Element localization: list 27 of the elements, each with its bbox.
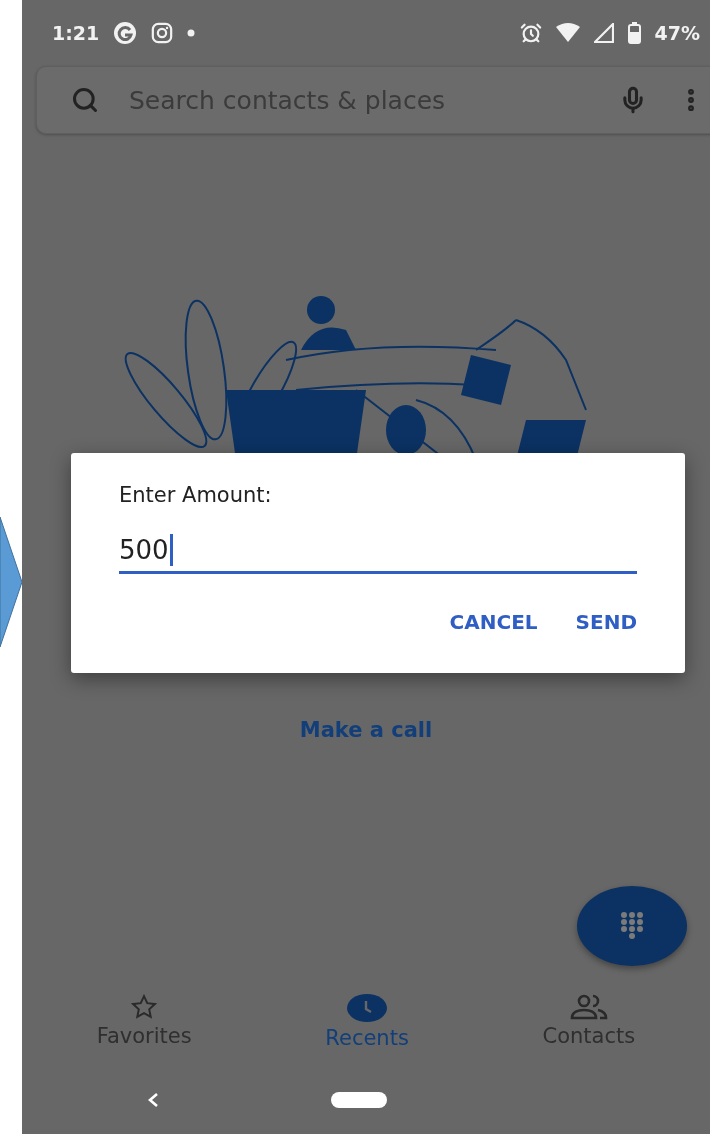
dialog-button[interactable]: CANCEL bbox=[441, 602, 546, 642]
camera-icon bbox=[151, 22, 174, 44]
app-logo-icon bbox=[113, 21, 138, 45]
alarm-icon bbox=[519, 22, 542, 44]
dialog-button[interactable]: SEND bbox=[567, 602, 645, 642]
nav-tab[interactable]: Recents bbox=[315, 990, 419, 1066]
star-icon bbox=[131, 994, 158, 1020]
clock-icon bbox=[347, 994, 388, 1022]
dialpad-button[interactable] bbox=[577, 886, 687, 966]
dialog-title: Enter Amount: bbox=[119, 483, 273, 507]
signal-icon bbox=[593, 23, 614, 43]
status-time: 1:21 bbox=[52, 22, 100, 44]
make-a-call-link[interactable]: Make a call bbox=[299, 718, 433, 742]
search-icon bbox=[71, 86, 99, 114]
nav-tab[interactable]: Favorites bbox=[86, 990, 202, 1066]
home-button[interactable] bbox=[331, 1092, 387, 1108]
back-button[interactable] bbox=[147, 1092, 159, 1108]
battery-percentage: 47% bbox=[654, 22, 700, 44]
amount-field[interactable]: 500 bbox=[119, 529, 637, 574]
dialpad-icon bbox=[621, 912, 643, 940]
nav-tab[interactable]: Contacts bbox=[532, 990, 646, 1066]
people-icon bbox=[569, 994, 608, 1020]
text-cursor bbox=[169, 534, 173, 566]
notification-dot-icon bbox=[187, 29, 196, 37]
battery-icon bbox=[627, 22, 641, 44]
wifi-icon bbox=[555, 23, 580, 43]
back-chevron-icon bbox=[147, 1092, 159, 1108]
